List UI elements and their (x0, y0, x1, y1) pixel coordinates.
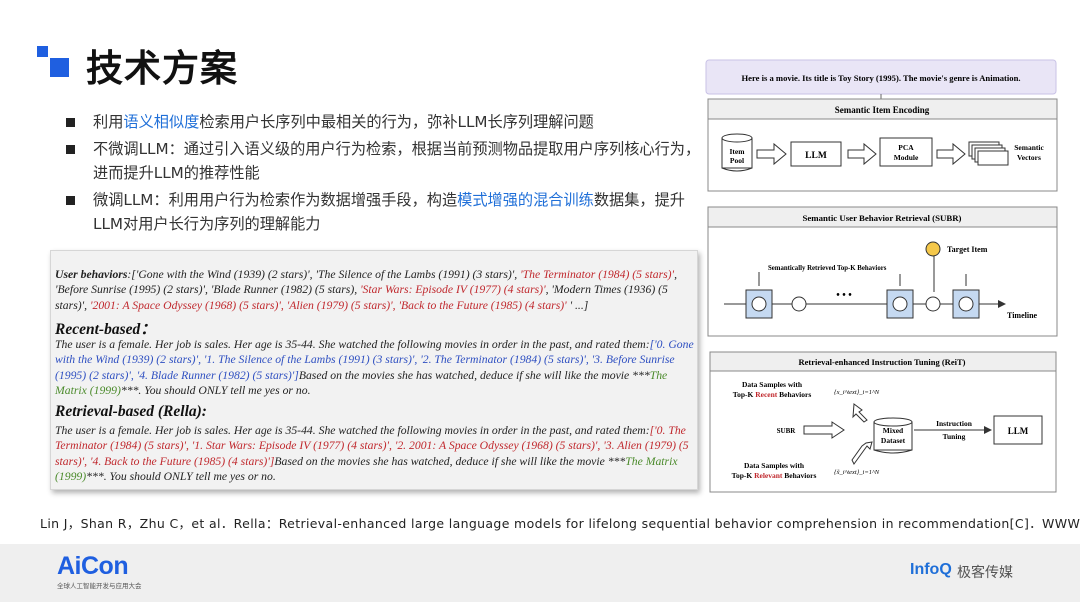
item-pool-label: Pool (730, 156, 744, 165)
prompt-example-box: User behaviors:['Gone with the Wind (193… (50, 250, 698, 490)
prompt-segment: ***. You should ONLY tell me yes or no. (120, 384, 311, 398)
prompt-segment: :['Gone with the Wind (1939) (2 stars)',… (127, 268, 521, 281)
rella-architecture-diagram: Here is a movie. Its title is Toy Story … (705, 59, 1058, 493)
semantic-vectors-icon (968, 141, 1009, 166)
prompt-segment: The user is a female. Her job is sales. … (55, 424, 650, 437)
relevant-samples-label: Data Samples with (744, 461, 805, 470)
timeline-label: Timeline (1007, 311, 1038, 320)
highlight-text: 模式增强的混合训练 (457, 190, 594, 209)
semantic-vectors-label: Vectors (1017, 153, 1041, 162)
prompt-segment: The user is a female. Her job is sales. … (55, 338, 650, 351)
recent-based-heading: Recent-based： (55, 321, 156, 338)
bullet-square-icon (66, 144, 75, 154)
title-accent-large (50, 58, 69, 77)
relevant-samples-label: Top-K Relevant Behaviors (732, 471, 817, 480)
page-title: 技术方案 (86, 47, 238, 90)
bullet-item: 不微调LLM：通过引入语义级的用户行为检索，根据当前预测物品提取用户序列核心行为… (66, 137, 706, 186)
retrieved-behavior-box (952, 289, 980, 319)
retrieved-behavior-box (745, 289, 773, 319)
reit-title: Retrieval-enhanced Instruction Tuning (R… (799, 357, 966, 367)
subr-label: SUBR (777, 427, 797, 435)
aicon-logo: AiCon (57, 552, 129, 580)
rella-heading: Retrieval-based (Rella): (55, 403, 207, 420)
pca-label: PCA (898, 143, 914, 152)
citation: Lin J，Shan R，Zhu C，et al．Rella：Retrieval… (40, 516, 1080, 531)
instruction-tuning-label: Instruction (936, 419, 973, 428)
relevant-samples-formula: {x̃_i^text}_i=1^N (834, 469, 880, 476)
prompt-segment: ***. You should ONLY tell me yes or no. (86, 470, 276, 484)
prompt-segment: Based on the movies she has watched, ded… (298, 368, 650, 382)
bullet-list: 利用语义相似度检索用户长序列中最相关的行为，弥补LLM长序列理解问题 不微调LL… (66, 110, 706, 239)
retrieved-behavior-box (886, 289, 914, 319)
recent-samples-label: Top-K Recent Behaviors (733, 390, 812, 399)
item-pool-label: Item (730, 147, 746, 156)
bullet-square-icon (66, 118, 75, 127)
rella-prompt: The user is a female. Her job is sales. … (55, 423, 697, 485)
prompt-segment: '2001: A Space Odyssey (1968) (5 stars)'… (89, 298, 567, 312)
pca-label: Module (894, 153, 919, 162)
behavior-node (791, 296, 807, 312)
recent-samples-label: Data Samples with (742, 380, 803, 389)
prompt-segment: ' ...] (566, 298, 589, 312)
bullet-text: 利用语义相似度检索用户长序列中最相关的行为，弥补LLM长序列理解问题 (93, 113, 594, 131)
mixed-dataset-label: Dataset (881, 436, 906, 445)
movie-description-text: Here is a movie. Its title is Toy Story … (741, 73, 1020, 83)
instruction-tuning-label: Tuning (943, 432, 966, 441)
bullet-item: 利用语义相似度检索用户长序列中最相关的行为，弥补LLM长序列理解问题 (66, 110, 706, 135)
target-item-icon (925, 241, 941, 257)
recent-based-prompt: The user is a female. Her job is sales. … (55, 337, 697, 399)
ellipsis-dots: • • • (836, 290, 852, 301)
subr-title: Semantic User Behavior Retrieval (SUBR) (803, 213, 962, 223)
title-accent-small (37, 46, 48, 57)
sie-title: Semantic Item Encoding (835, 105, 930, 115)
llm-label: LLM (1008, 426, 1029, 436)
target-item-label: Target Item (947, 245, 988, 254)
prompt-segment: Based on the movies she has watched, ded… (274, 454, 626, 468)
user-behaviors-text: User behaviors:['Gone with the Wind (193… (55, 267, 697, 313)
user-behaviors-list: :['Gone with the Wind (1939) (2 stars)',… (55, 268, 677, 312)
bullet-text: 不微调LLM：通过引入语义级的用户行为检索，根据当前预测物品提取用户序列核心行为… (93, 139, 701, 183)
llm-label: LLM (805, 151, 827, 161)
infoq-logo: InfoQ (910, 561, 952, 578)
mixed-dataset-label: Mixed (883, 426, 904, 435)
prompt-segment: 'Star Wars: Episode IV (1977) (4 stars)' (360, 283, 546, 297)
semantic-vectors-label: Semantic (1014, 143, 1044, 152)
bullet-square-icon (66, 195, 75, 205)
user-behaviors-label: User behaviors (55, 268, 128, 281)
recent-samples-formula: {x_i^text}_i=1^N (834, 389, 880, 396)
highlight-text: 语义相似度 (123, 113, 200, 131)
retrieved-behaviors-label: Semantically Retrieved Top-K Behaviors (768, 265, 887, 272)
bullet-text: 微调LLM：利用用户行为检索作为数据增强手段，构造模式增强的混合训练数据集，提升… (93, 190, 685, 234)
aicon-subtitle: 全球人工智能开发与应用大会 (57, 582, 142, 590)
behavior-node (925, 296, 941, 312)
prompt-segment: 'The Terminator (1984) (5 stars)' (520, 268, 675, 281)
bullet-item: 微调LLM：利用用户行为检索作为数据增强手段，构造模式增强的混合训练数据集，提升… (66, 188, 706, 237)
infoq-cn-label: 极客传媒 (957, 565, 1013, 581)
